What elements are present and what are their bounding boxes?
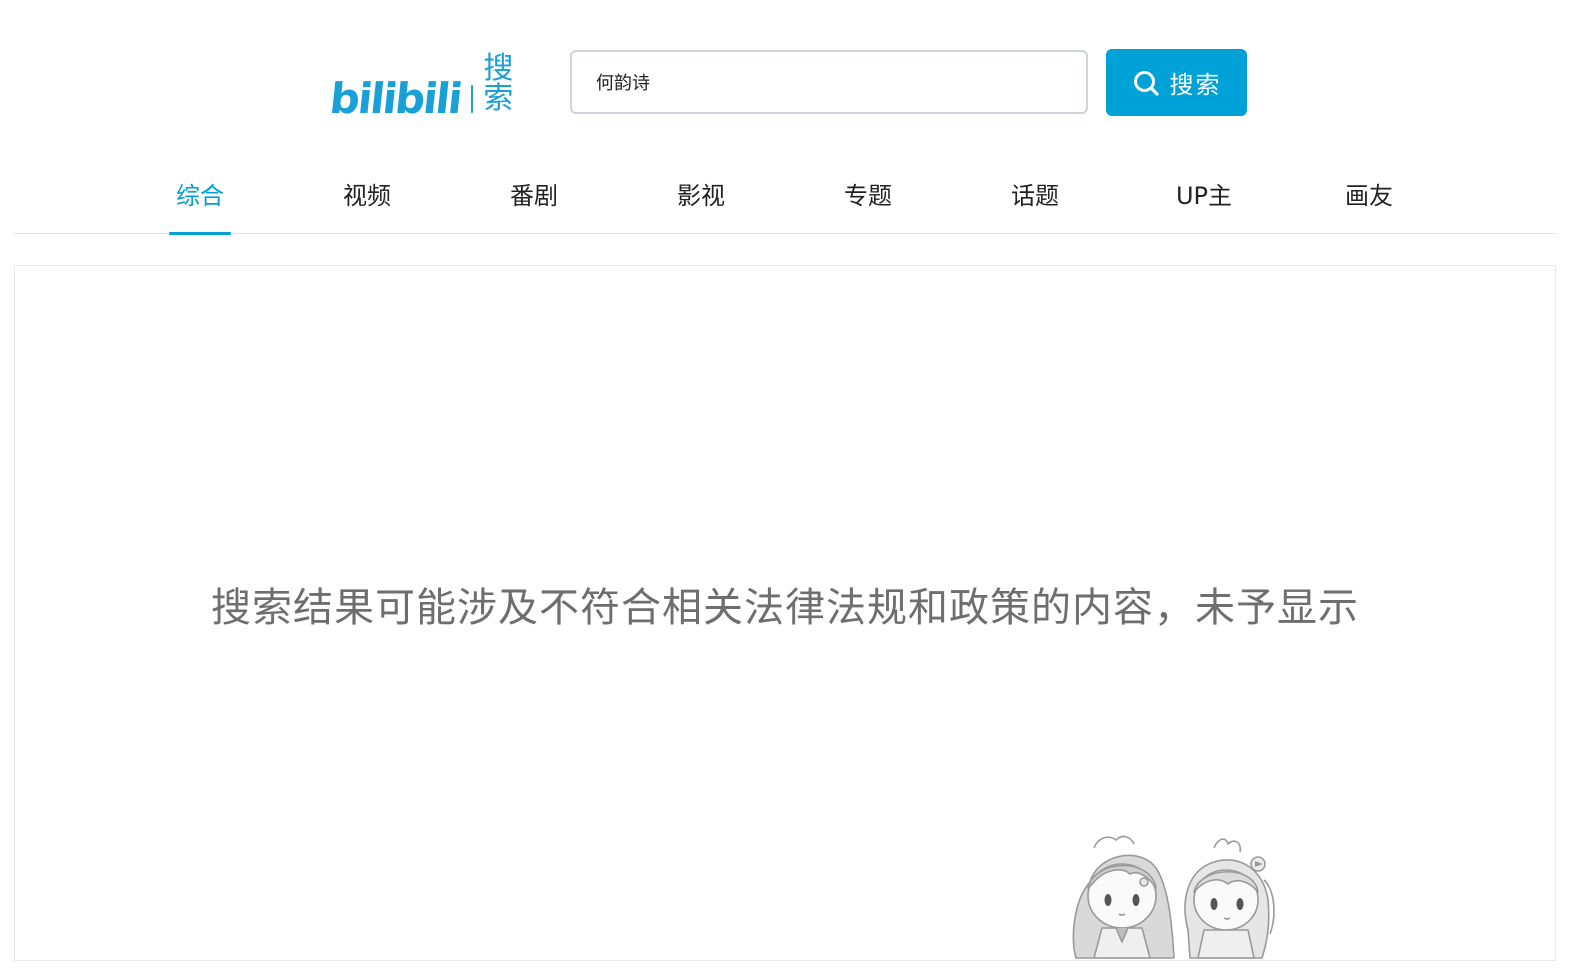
search-header: bilibili 搜索 搜索 (0, 0, 1570, 150)
logo-wordmark: bilibili (327, 74, 464, 123)
blocked-results-notice: 搜索结果可能涉及不符合相关法律法规和政策的内容，未予显示 (211, 585, 1359, 631)
tab-film-tv[interactable]: 影视 (670, 150, 732, 234)
tab-artist[interactable]: 画友 (1338, 150, 1400, 234)
search-icon (1133, 70, 1159, 96)
logo-separator (470, 85, 474, 113)
tab-bangumi[interactable]: 番剧 (503, 150, 565, 234)
logo-search-text: 搜索 (483, 51, 514, 116)
search-results-page: bilibili 搜索 搜索 综合 视频 番剧 影视 专题 话题 UP主 画友 … (0, 0, 1570, 972)
search-category-tabs: 综合 视频 番剧 影视 专题 话题 UP主 画友 (14, 150, 1556, 235)
tab-up-master[interactable]: UP主 (1164, 150, 1244, 234)
mascot-illustration (1072, 835, 1275, 959)
search-input[interactable] (570, 50, 1088, 114)
tab-topic-special[interactable]: 专题 (837, 150, 899, 234)
tab-topic[interactable]: 话题 (1004, 150, 1066, 234)
results-panel: 搜索结果可能涉及不符合相关法律法规和政策的内容，未予显示 (14, 265, 1556, 961)
tab-comprehensive[interactable]: 综合 (169, 150, 231, 235)
bilibili-logo[interactable]: bilibili 搜索 (327, 54, 540, 124)
search-button[interactable]: 搜索 (1106, 49, 1247, 116)
search-button-label: 搜索 (1169, 72, 1222, 99)
tab-video[interactable]: 视频 (336, 150, 398, 234)
